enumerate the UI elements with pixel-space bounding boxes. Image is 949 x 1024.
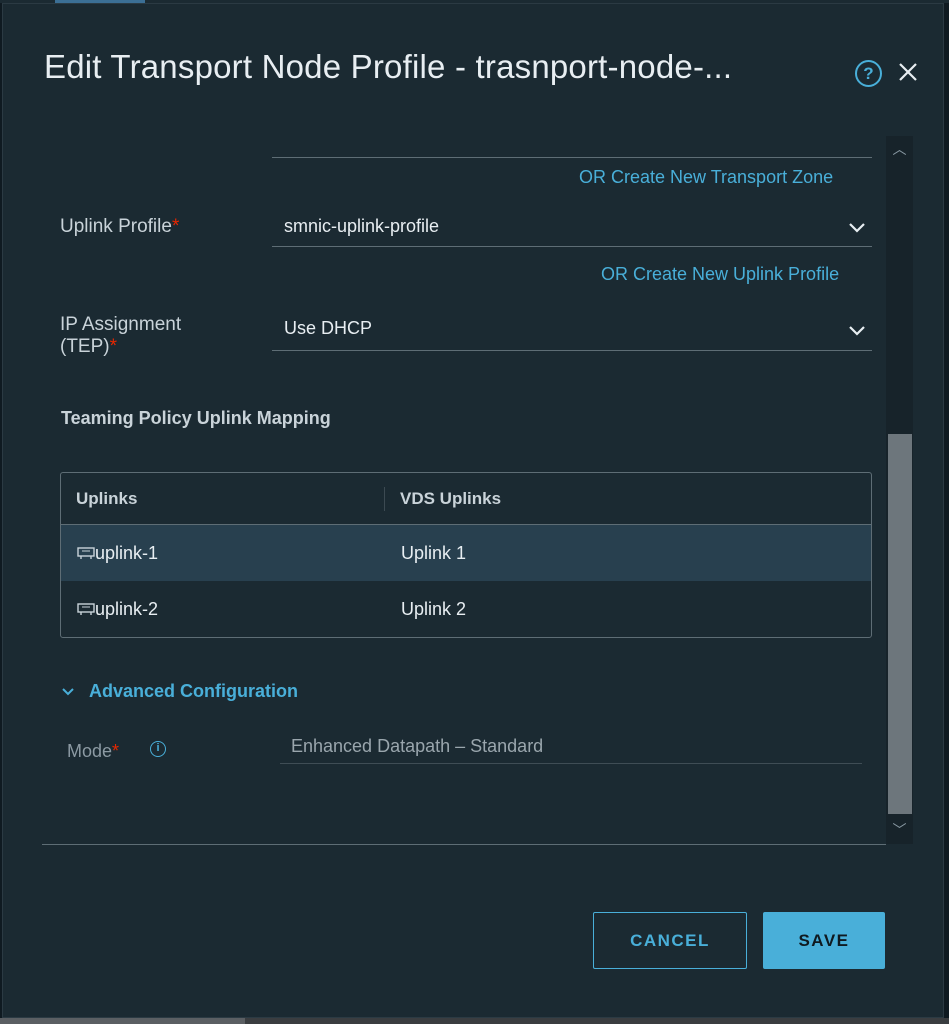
- uplink-cell: uplink-2: [95, 599, 159, 619]
- transport-zone-underline: [272, 157, 872, 158]
- column-separator[interactable]: [384, 487, 385, 511]
- close-icon[interactable]: [896, 60, 920, 84]
- table-row[interactable]: uplink-1 Uplink 1: [61, 525, 871, 581]
- scrollbar-thumb[interactable]: [888, 434, 912, 814]
- uplink-cell: uplink-1: [95, 543, 159, 563]
- create-transport-zone-link[interactable]: OR Create New Transport Zone: [579, 167, 833, 188]
- modal-title: Edit Transport Node Profile - trasnport-…: [44, 48, 733, 85]
- column-header-uplinks[interactable]: Uplinks: [76, 489, 137, 509]
- save-button[interactable]: SAVE: [763, 912, 885, 969]
- teaming-policy-title: Teaming Policy Uplink Mapping: [61, 408, 331, 428]
- info-icon[interactable]: i: [150, 741, 166, 757]
- ip-assignment-label: IP Assignment (TEP)*: [60, 314, 182, 357]
- bottom-strip: [0, 1018, 949, 1024]
- scrollbar[interactable]: ︿ ﹀: [886, 136, 913, 844]
- teaming-policy-grid: Uplinks VDS Uplinks uplink-1 Uplink 1 up…: [60, 472, 872, 638]
- ip-assignment-underline: [272, 350, 872, 351]
- mode-underline: [280, 763, 862, 764]
- bottom-strip-segment: [0, 1018, 245, 1024]
- cancel-button[interactable]: CANCEL: [593, 912, 747, 969]
- scroll-down-icon[interactable]: ﹀: [886, 817, 913, 844]
- mode-label: Mode*: [67, 741, 120, 761]
- scroll-up-icon[interactable]: ︿: [886, 136, 913, 163]
- vds-uplink-cell: Uplink 2: [401, 599, 467, 619]
- create-uplink-profile-link[interactable]: OR Create New Uplink Profile: [601, 264, 839, 285]
- ip-assignment-chevron-down-icon[interactable]: [848, 325, 866, 337]
- chevron-down-icon: [62, 688, 74, 696]
- uplink-profile-chevron-down-icon[interactable]: [848, 222, 866, 234]
- uplink-icon: [77, 547, 95, 559]
- uplink-profile-select-value[interactable]: smnic-uplink-profile: [284, 216, 439, 237]
- help-icon[interactable]: ?: [855, 60, 882, 87]
- column-header-vds-uplinks[interactable]: VDS Uplinks: [400, 489, 501, 509]
- table-row[interactable]: uplink-2 Uplink 2: [61, 581, 871, 637]
- uplink-profile-underline: [272, 246, 872, 247]
- ip-assignment-select-value[interactable]: Use DHCP: [284, 318, 372, 339]
- footer-divider: [42, 844, 886, 845]
- vds-uplink-cell: Uplink 1: [401, 543, 467, 563]
- edit-transport-node-profile-modal: Edit Transport Node Profile - trasnport-…: [2, 3, 944, 1018]
- advanced-configuration-label: Advanced Configuration: [89, 681, 299, 701]
- grid-header: Uplinks VDS Uplinks: [61, 473, 871, 525]
- uplink-icon: [77, 603, 95, 615]
- mode-value: Enhanced Datapath – Standard: [291, 736, 544, 756]
- uplink-profile-label: Uplink Profile*: [60, 216, 180, 237]
